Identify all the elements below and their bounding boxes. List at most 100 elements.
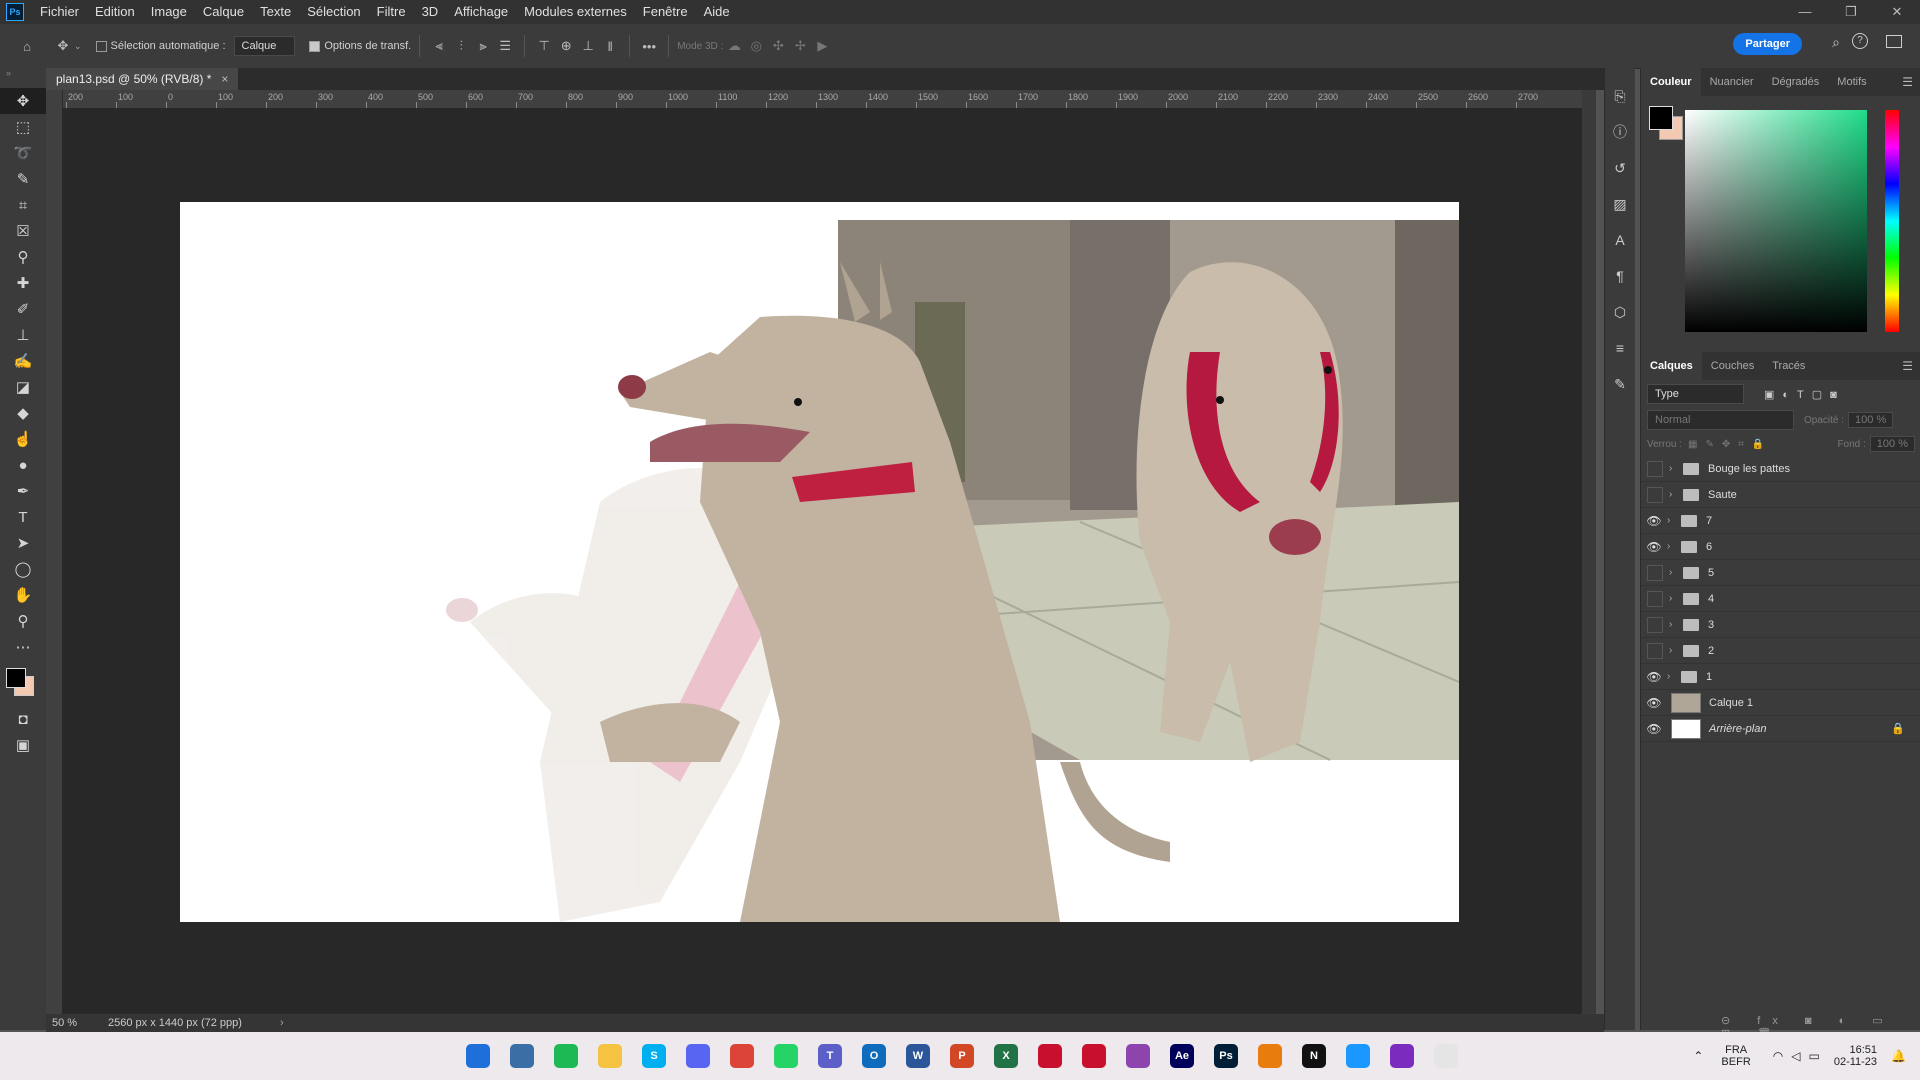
orbit-3d-icon[interactable]: ☁ — [723, 35, 745, 57]
crop-tool-icon[interactable]: ⌗ — [0, 192, 46, 218]
smudge-tool-icon[interactable]: ☝ — [0, 426, 46, 452]
visibility-toggle[interactable] — [1647, 616, 1663, 633]
menu-image[interactable]: Image — [143, 0, 195, 24]
menu-aide[interactable]: Aide — [696, 0, 738, 24]
minimize-button[interactable]: — — [1782, 0, 1828, 24]
taskbar-outlook-icon[interactable]: O — [862, 1044, 886, 1068]
more-tools-icon[interactable]: ⋯ — [0, 634, 46, 660]
taskbar-chrome-icon[interactable] — [730, 1044, 754, 1068]
visibility-toggle[interactable] — [1647, 460, 1663, 477]
color-swatches[interactable] — [0, 660, 46, 706]
chevron-right-icon[interactable]: › — [1667, 541, 1681, 552]
distribute-vertical-icon[interactable]: ‖ — [599, 35, 621, 57]
restore-button[interactable]: ❐ — [1828, 0, 1874, 24]
taskbar-explorer-icon[interactable] — [598, 1044, 622, 1068]
paint-bucket-icon[interactable]: ◆ — [0, 400, 46, 426]
menu-3d[interactable]: 3D — [414, 0, 447, 24]
layer-row[interactable]: 👁 Calque 1 — [1641, 690, 1920, 716]
opacity-field[interactable]: 100 % — [1848, 412, 1894, 428]
color-picker-field[interactable] — [1685, 110, 1867, 332]
properties-panel-icon[interactable]: ≡ — [1605, 330, 1635, 366]
taskbar-color-wheel-icon[interactable] — [1126, 1044, 1150, 1068]
info-panel-icon[interactable]: ⓘ — [1605, 114, 1635, 150]
chevron-right-icon[interactable]: › — [1669, 645, 1683, 656]
layer-row[interactable]: › Bouge les pattes — [1641, 456, 1920, 482]
tab-traces[interactable]: Tracés — [1763, 352, 1814, 380]
align-hcenter-icon[interactable]: ⫶ — [450, 35, 472, 57]
transform-controls-option[interactable]: Options de transf. — [309, 40, 411, 52]
libraries-panel-icon[interactable]: ▨ — [1605, 186, 1635, 222]
taskbar-game-icon[interactable] — [510, 1044, 534, 1068]
menu-calque[interactable]: Calque — [195, 0, 252, 24]
hue-slider[interactable] — [1885, 110, 1899, 332]
chevron-right-icon[interactable]: › — [1669, 619, 1683, 630]
dodge-tool-icon[interactable]: ● — [0, 452, 46, 478]
layer-row[interactable]: 👁 Arrière-plan 🔒 — [1641, 716, 1920, 742]
zoom-tool-icon[interactable]: ⚲ — [0, 608, 46, 634]
3d-panel-icon[interactable]: ⬡ — [1605, 294, 1635, 330]
layer-row[interactable]: 👁 › 1 — [1641, 664, 1920, 690]
taskbar-app-red-1-icon[interactable] — [1038, 1044, 1062, 1068]
battery-icon[interactable]: ▭ — [1808, 1049, 1819, 1063]
ellipse-tool-icon[interactable]: ◯ — [0, 556, 46, 582]
healing-brush-icon[interactable]: ✚ — [0, 270, 46, 296]
align-vcenter-icon[interactable]: ⊕ — [555, 35, 577, 57]
slide-3d-icon[interactable]: ✢ — [789, 35, 811, 57]
move-tool-icon[interactable]: ✥ — [52, 35, 74, 57]
transform-checkbox[interactable] — [309, 40, 321, 52]
taskbar-start-icon[interactable] — [466, 1044, 490, 1068]
screen-mode-icon[interactable]: ▣ — [0, 732, 46, 758]
chevron-up-icon[interactable]: ⌃ — [1693, 1049, 1703, 1063]
menu-fichier[interactable]: Fichier — [32, 0, 87, 24]
layer-row[interactable]: 👁 › 6 — [1641, 534, 1920, 560]
collapse-icon[interactable]: » — [0, 68, 46, 88]
eyedropper-tool-icon[interactable]: ⚲ — [0, 244, 46, 270]
taskbar-prime-video-icon[interactable] — [1346, 1044, 1370, 1068]
taskbar-after-effects-icon[interactable]: Ae — [1170, 1044, 1194, 1068]
menu-texte[interactable]: Texte — [252, 0, 299, 24]
align-left-icon[interactable]: ⫷ — [428, 35, 450, 57]
tab-calques[interactable]: Calques — [1641, 352, 1702, 380]
taskbar-spotify-icon[interactable] — [554, 1044, 578, 1068]
lock-icons[interactable]: ▦✎✥⌗🔒 — [1688, 439, 1772, 450]
chevron-right-icon[interactable]: › — [1669, 489, 1683, 500]
eye-icon[interactable]: 👁 — [1641, 540, 1667, 554]
wifi-icon[interactable]: ◠ — [1773, 1049, 1783, 1063]
tab-degrades[interactable]: Dégradés — [1763, 68, 1829, 96]
taskbar-snipping-icon[interactable] — [1434, 1044, 1458, 1068]
taskbar-skype-icon[interactable]: S — [642, 1044, 666, 1068]
eye-icon[interactable]: 👁 — [1641, 670, 1667, 684]
more-options-icon[interactable]: ••• — [638, 35, 660, 57]
language-indicator[interactable]: FRA BEFR — [1721, 1044, 1750, 1068]
tab-couleur[interactable]: Couleur — [1641, 68, 1701, 96]
roll-3d-icon[interactable]: ◎ — [745, 35, 767, 57]
fill-field[interactable]: 100 % — [1869, 436, 1915, 452]
taskbar-photoshop-icon[interactable]: Ps — [1214, 1044, 1238, 1068]
taskbar-teams-icon[interactable]: T — [818, 1044, 842, 1068]
menu-fenetre[interactable]: Fenêtre — [635, 0, 696, 24]
type-tool-icon[interactable]: T — [0, 504, 46, 530]
hand-tool-icon[interactable]: ✋ — [0, 582, 46, 608]
taskbar-blender-icon[interactable] — [1258, 1044, 1282, 1068]
panel-foreground-swatch[interactable] — [1649, 106, 1673, 130]
distribute-icon[interactable]: ☰ — [494, 35, 516, 57]
help-icon[interactable]: ? — [1852, 33, 1868, 49]
chevron-right-icon[interactable]: › — [1667, 515, 1681, 526]
filter-icons[interactable]: ▣◐T▢◙ — [1764, 388, 1845, 401]
home-icon[interactable]: ⌂ — [16, 35, 38, 57]
tab-nuancier[interactable]: Nuancier — [1701, 68, 1763, 96]
notification-bell-icon[interactable]: 🔔 — [1891, 1049, 1906, 1063]
tab-motifs[interactable]: Motifs — [1828, 68, 1875, 96]
eye-icon[interactable]: 👁 — [1641, 514, 1667, 528]
quick-mask-icon[interactable]: ◘ — [0, 706, 46, 732]
tab-couches[interactable]: Couches — [1702, 352, 1763, 380]
chevron-down-icon[interactable]: ⌄ — [74, 41, 82, 52]
eye-icon[interactable]: 👁 — [1641, 696, 1667, 710]
eraser-tool-icon[interactable]: ◪ — [0, 374, 46, 400]
visibility-toggle[interactable] — [1647, 486, 1663, 503]
visibility-toggle[interactable] — [1647, 590, 1663, 607]
auto-select-dropdown[interactable]: Calque — [233, 36, 296, 56]
document-canvas[interactable] — [180, 202, 1459, 922]
chevron-right-icon[interactable]: › — [1667, 671, 1681, 682]
layer-row[interactable]: 👁 › 7 — [1641, 508, 1920, 534]
